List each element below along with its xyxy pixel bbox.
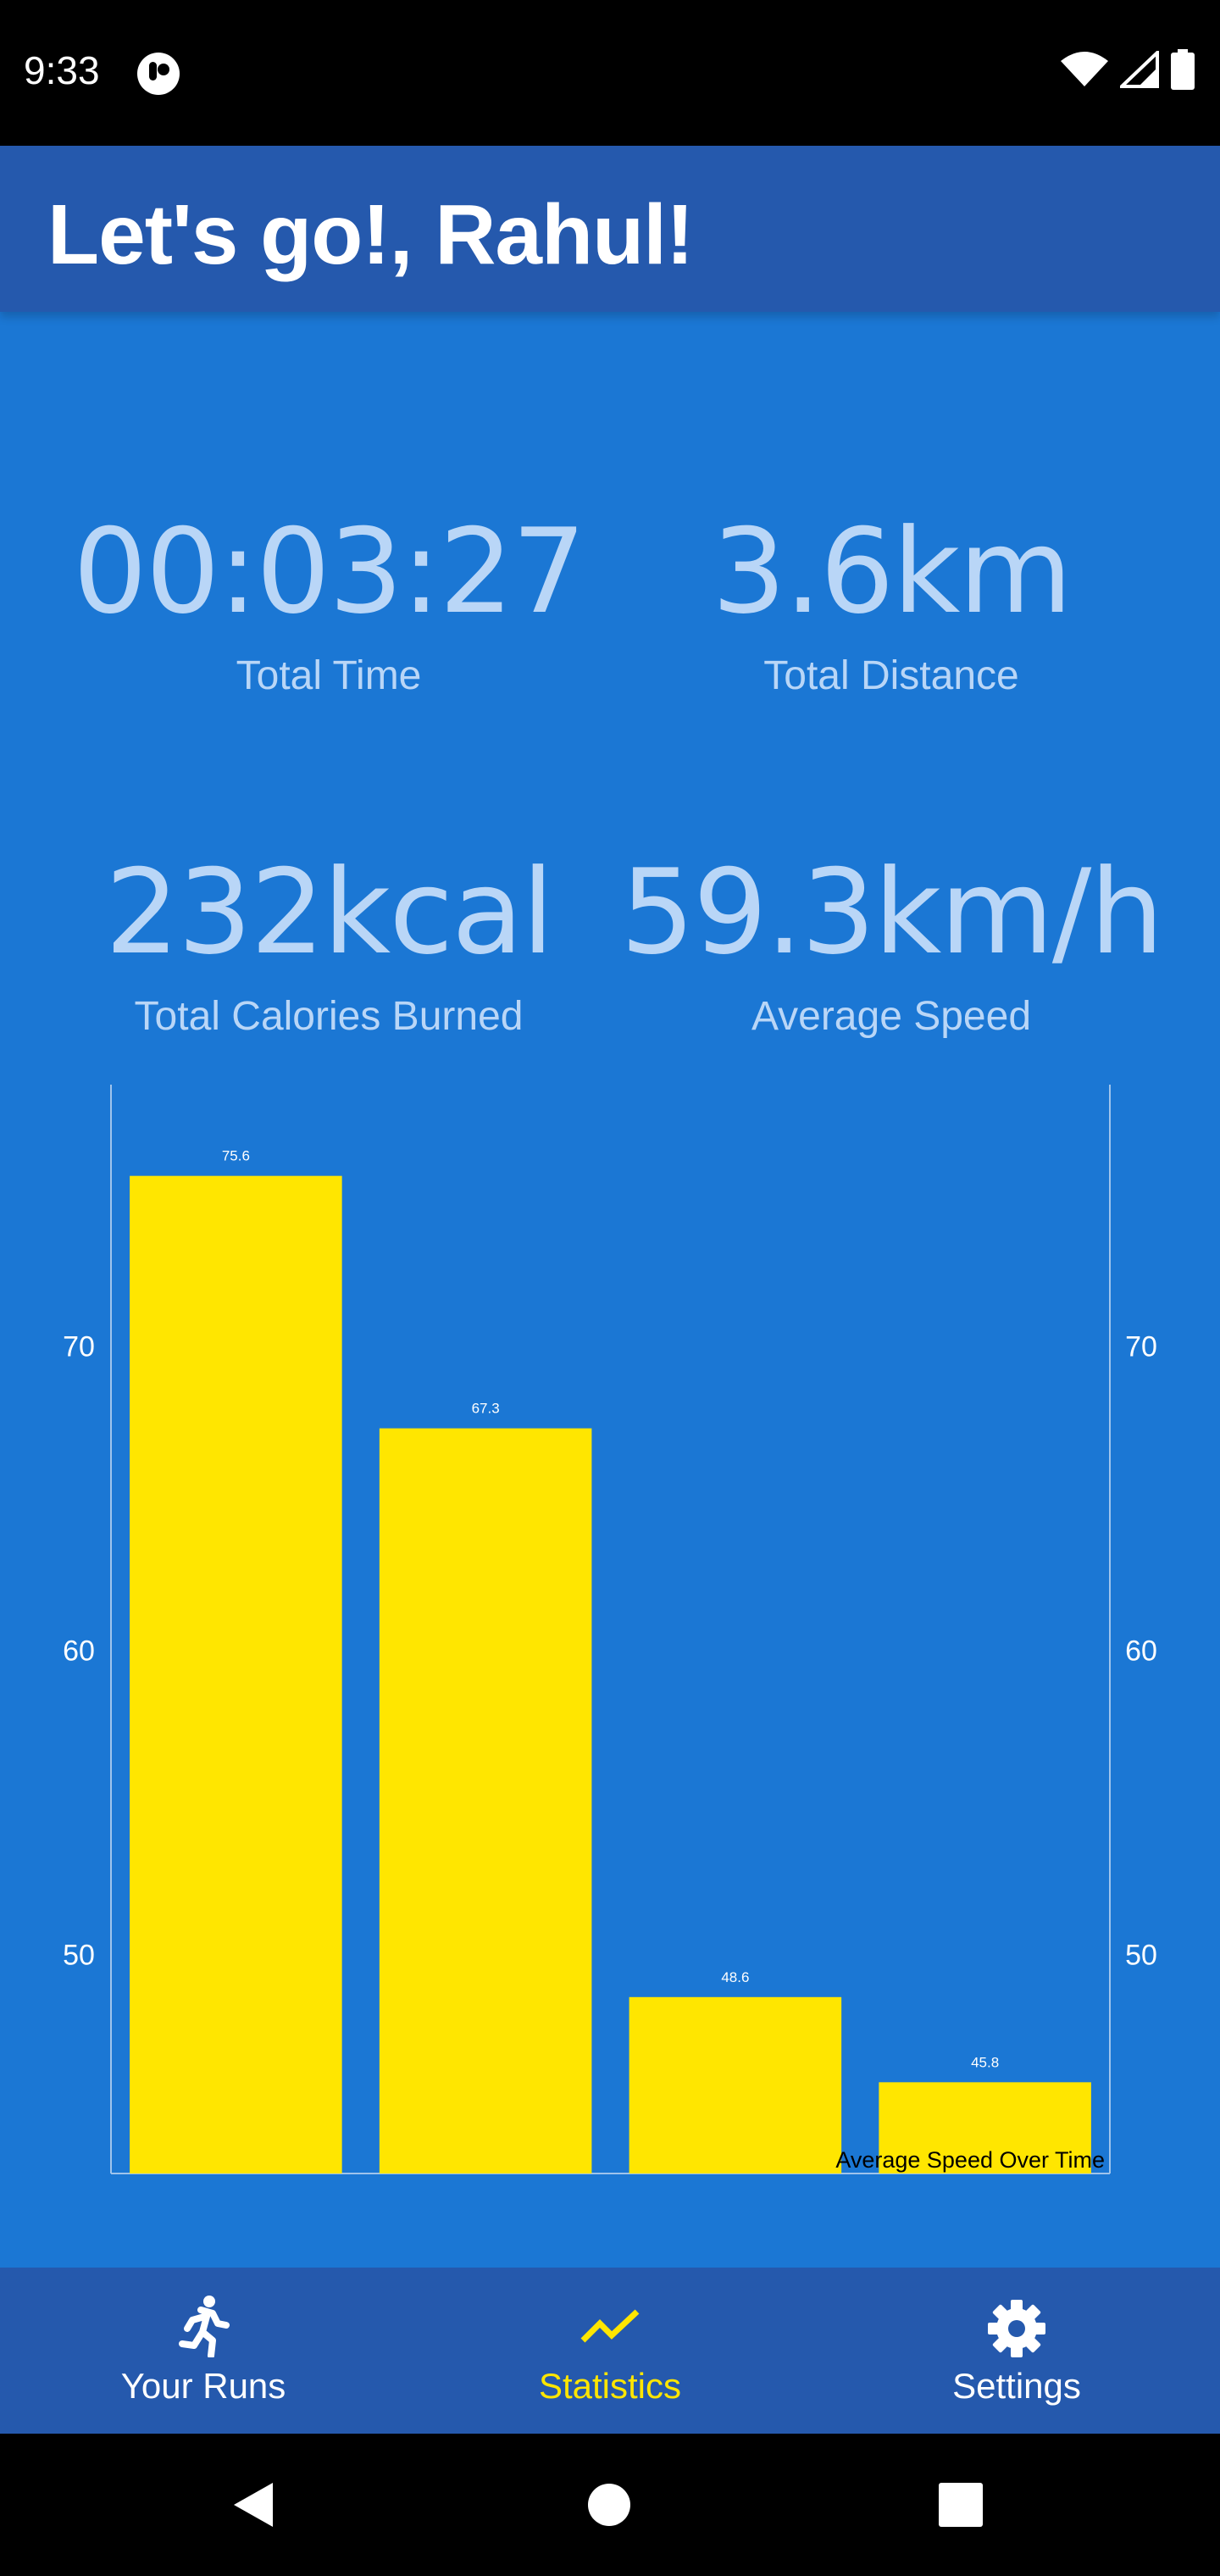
y-tick-label-right: 60 [1125,1635,1157,1668]
signal-icon [1117,48,1159,92]
recents-icon[interactable] [939,2483,983,2531]
battery-icon [1171,49,1195,94]
stat-value: 59.3km/h [620,844,1164,980]
bottom-navigation: Your Runs Statistics Settings [0,2268,1220,2434]
stat-value: 3.6km [712,503,1073,640]
chart-bar [629,1996,842,2174]
y-tick-label-left: 50 [63,1940,95,1972]
y-tick-label-left: 70 [63,1331,95,1363]
wifi-icon [1061,51,1108,92]
bar-value-label: 45.8 [971,2054,999,2070]
gear-icon [986,2298,1047,2363]
nav-item-statistics[interactable]: Statistics [407,2268,813,2434]
stat-label: Total Time [236,653,422,698]
stat-total-calories: 232kcal Total Calories Burned [58,854,600,1040]
y-tick-label-right: 70 [1125,1331,1157,1363]
chart-description-label: Average Speed Over Time [835,2147,1105,2173]
home-icon[interactable] [587,2483,631,2531]
run-icon [175,2295,231,2362]
stat-total-distance: 3.6km Total Distance [620,514,1162,699]
chart-bar [130,1175,342,2174]
nav-label: Your Runs [120,2366,286,2406]
nav-label: Statistics [538,2366,682,2406]
system-navigation-bar [0,2434,1220,2576]
bar-value-label: 67.3 [472,1401,500,1417]
bar-value-label: 48.6 [721,1969,749,1985]
bar-value-label: 75.6 [222,1148,250,1164]
nav-item-settings[interactable]: Settings [813,2268,1220,2434]
stat-label: Total Distance [763,653,1019,698]
page-title: Let's go!, Rahul! [47,187,694,282]
average-speed-bar-chart: 50 50 60 60 70 70 75.6 67.3 48.6 45.8 Average Spee… [63,1085,1157,2174]
back-icon[interactable] [232,2481,274,2533]
stat-average-speed: 59.3km/h Average Speed [620,844,1164,1040]
y-tick-label-right: 50 [1125,1940,1157,1972]
stat-total-time: 00:03:27 Total Time [58,514,600,699]
status-indicators [1061,48,1195,94]
chart-bar [379,1428,592,2174]
stat-value: 00:03:27 [73,503,586,640]
y-tick-label-left: 60 [63,1635,95,1668]
status-bar: 9:33 [0,0,1220,146]
stat-label: Total Calories Burned [134,994,524,1039]
nav-label: Settings [952,2366,1081,2406]
stat-value: 232kcal [104,844,554,980]
app-bar: Let's go!, Rahul! [0,146,1220,312]
trending-icon [580,2308,640,2350]
status-time: 9:33 [24,48,100,92]
nav-item-your-runs[interactable]: Your Runs [0,2268,407,2434]
notification-app-icon [136,51,181,101]
stat-label: Average Speed [751,994,1032,1039]
